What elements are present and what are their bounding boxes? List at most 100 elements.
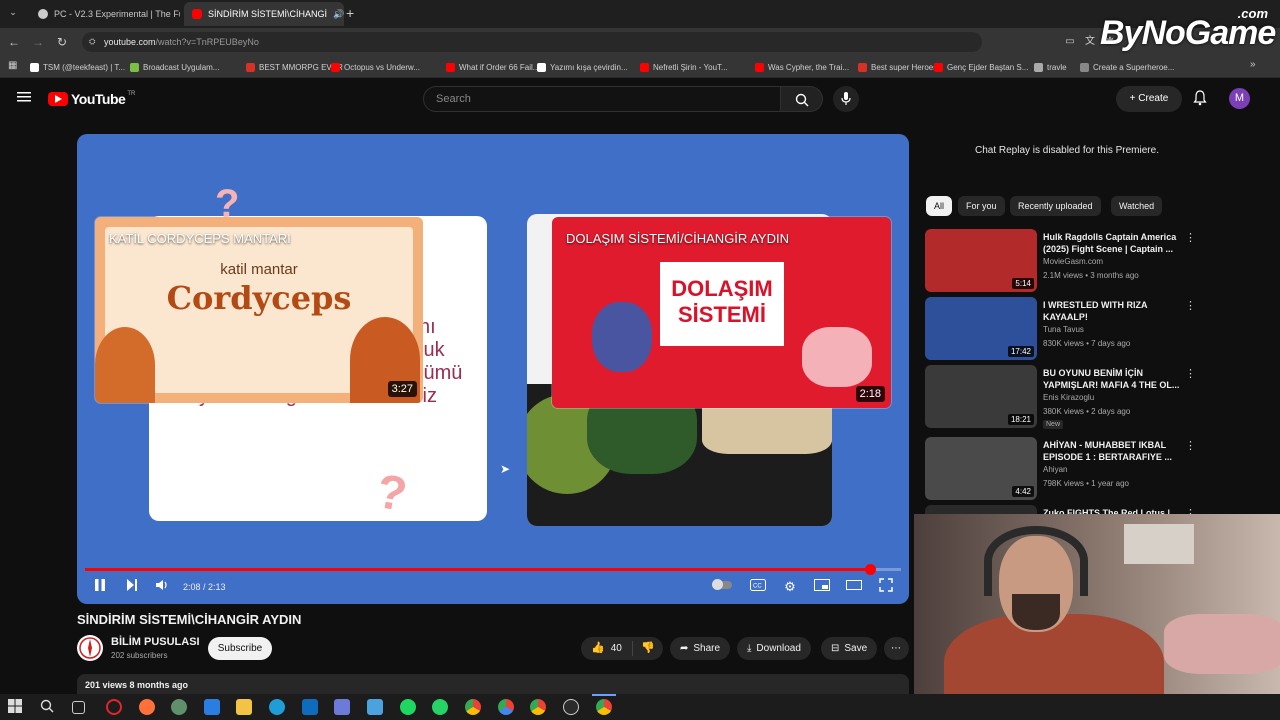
url-field[interactable]: ⛭ youtube.com/watch?v=TnRPEUBeyNo: [82, 32, 982, 52]
bookmark-item[interactable]: What if Order 66 Fail...: [446, 60, 539, 74]
channel-name[interactable]: Enis Kirazoglu: [1043, 393, 1094, 402]
bookmark-item[interactable]: Best super Heroes: [858, 60, 937, 74]
app-icon[interactable]: [171, 699, 187, 715]
chip-for-you[interactable]: For you: [958, 196, 1005, 216]
app-icon-3[interactable]: [367, 699, 383, 715]
more-options-icon[interactable]: ⋮: [1185, 439, 1196, 452]
opera-icon[interactable]: [106, 699, 122, 715]
new-tab-icon[interactable]: +: [346, 5, 354, 21]
video-thumbnail[interactable]: 4:42: [925, 437, 1037, 500]
more-options-icon[interactable]: ⋮: [1185, 299, 1196, 312]
bookmark-item[interactable]: Nefretli Şirin - YouT...: [640, 60, 728, 74]
tab-youtube-video[interactable]: SİNDİRİM SİSTEMİ\CİHANGİ 🔊 ×: [184, 2, 344, 26]
video-thumbnail[interactable]: 17:42: [925, 297, 1037, 360]
scrubber-handle[interactable]: [865, 564, 877, 575]
search-input[interactable]: Search: [423, 86, 781, 112]
volume-icon[interactable]: [153, 578, 171, 596]
apps-grid-icon[interactable]: ▦: [8, 60, 17, 71]
channel-name[interactable]: MovieGasm.com: [1043, 257, 1103, 266]
back-icon[interactable]: ←: [6, 34, 22, 50]
obs-icon[interactable]: [563, 699, 579, 715]
dislike-button[interactable]: 👎: [633, 637, 655, 660]
video-player[interactable]: nı luk lümü yakından görmek isterdiniz ?…: [77, 134, 909, 604]
search-button[interactable]: [781, 86, 823, 112]
create-button[interactable]: + Create: [1116, 86, 1182, 112]
bookmark-item[interactable]: Broadcast Uygulam...: [130, 60, 219, 74]
youtube-logo[interactable]: YouTube TR: [48, 91, 135, 107]
bookmark-item[interactable]: TSM (@teekfeast) | T...: [30, 60, 125, 74]
tab-search-icon[interactable]: ⌄: [6, 7, 20, 21]
tab-experimental[interactable]: PC - V2.3 Experimental | The Fu ×: [30, 2, 180, 26]
more-actions-button[interactable]: ⋯: [884, 637, 909, 660]
theater-mode-icon[interactable]: [845, 578, 863, 596]
outlook-icon[interactable]: [302, 699, 318, 715]
file-explorer-icon[interactable]: [236, 699, 252, 715]
video-title[interactable]: BU OYUNU BENİM İÇİN YAPMIŞLAR! MAFIA 4 T…: [1043, 367, 1183, 391]
channel-avatar[interactable]: [77, 635, 103, 661]
edge-icon[interactable]: [269, 699, 285, 715]
channel-name[interactable]: BİLİM PUSULASI: [111, 636, 200, 648]
hamburger-menu-icon[interactable]: [17, 90, 31, 104]
bookmark-item[interactable]: BEST MMORPG EVER: [246, 60, 343, 74]
voice-search-button[interactable]: [833, 86, 859, 112]
recommended-video[interactable]: 18:21 BU OYUNU BENİM İÇİN YAPMIŞLAR! MAFI…: [925, 365, 1265, 429]
forward-icon[interactable]: →: [30, 34, 46, 50]
notifications-bell-icon[interactable]: [1193, 90, 1207, 106]
task-view-icon[interactable]: [72, 701, 85, 714]
firefox-icon[interactable]: [139, 699, 155, 715]
chip-all[interactable]: All: [926, 196, 953, 216]
channel-name[interactable]: Ahiyan: [1043, 465, 1067, 474]
chrome-profile-icon[interactable]: [498, 699, 514, 715]
windows-start-icon[interactable]: [8, 699, 24, 715]
whatsapp-icon[interactable]: [432, 699, 448, 715]
spotify-icon[interactable]: [400, 699, 416, 715]
video-thumbnail[interactable]: 5:14: [925, 229, 1037, 292]
speaker-icon[interactable]: 🔊: [327, 9, 344, 20]
download-button[interactable]: ⤓ Download: [737, 637, 811, 660]
recommended-video[interactable]: 17:42 I WRESTLED WITH RIZA KAYAALP! Tuna T…: [925, 297, 1265, 361]
account-avatar[interactable]: M: [1229, 88, 1250, 109]
chip-recently-uploaded[interactable]: Recently uploaded: [1010, 196, 1101, 216]
more-bookmarks-icon[interactable]: »: [1250, 59, 1256, 70]
fullscreen-icon[interactable]: [877, 578, 895, 596]
bookmark-item[interactable]: travle: [1034, 60, 1067, 74]
subscribe-button[interactable]: Subscribe: [208, 637, 272, 660]
channel-name[interactable]: Tuna Tavus: [1043, 325, 1084, 334]
chrome-icon[interactable]: [465, 699, 481, 715]
autoplay-toggle[interactable]: [711, 578, 733, 596]
save-button[interactable]: ⊟ Save: [821, 637, 878, 660]
app-icon-2[interactable]: [334, 699, 350, 715]
share-button[interactable]: ➦ Share: [670, 637, 731, 660]
chrome-profile-2-icon[interactable]: [530, 699, 546, 715]
taskbar-search-icon[interactable]: [40, 699, 56, 715]
video-title[interactable]: I WRESTLED WITH RIZA KAYAALP!: [1043, 299, 1183, 323]
endscreen-video-cordyceps[interactable]: katil mantar Cordyceps KATİL CORDYCEPS M…: [95, 217, 423, 403]
cast-icon[interactable]: ▭: [1062, 34, 1078, 50]
settings-gear-icon[interactable]: ⚙: [781, 578, 799, 596]
reload-icon[interactable]: ↻: [54, 34, 70, 50]
chip-watched[interactable]: Watched: [1111, 196, 1163, 216]
endscreen-video-dolasim[interactable]: DOLAŞIM SİSTEMİ DOLAŞIM SİSTEMİ/CİHANGİR…: [552, 217, 891, 408]
description-box[interactable]: 201 views 8 months ago: [77, 674, 909, 696]
like-button[interactable]: 👍 40: [581, 641, 633, 656]
next-video-icon[interactable]: [123, 578, 141, 596]
bookmark-item[interactable]: Octopus vs Underw...: [331, 60, 420, 74]
recommended-video[interactable]: 4:42 AHİYAN - MUHABBET IKBAL EPISODE 1 : …: [925, 437, 1265, 501]
captions-icon[interactable]: CC: [749, 578, 767, 596]
translate-icon[interactable]: 文: [1082, 34, 1098, 50]
recommended-video[interactable]: 5:14 Hulk Ragdolls Captain America (2025)…: [925, 229, 1265, 293]
store-icon[interactable]: [204, 699, 220, 715]
chrome-active-icon[interactable]: [596, 699, 612, 715]
bookmark-item[interactable]: Create a Superheroe...: [1080, 60, 1174, 74]
video-thumbnail[interactable]: 18:21: [925, 365, 1037, 428]
progress-bar[interactable]: [85, 564, 901, 575]
more-options-icon[interactable]: ⋮: [1185, 231, 1196, 244]
bookmark-item[interactable]: Yazımı kışa çevirdin...: [537, 60, 628, 74]
bookmark-item[interactable]: Was Cypher, the Trai...: [755, 60, 849, 74]
bookmark-item[interactable]: Genç Ejder Baştan S...: [934, 60, 1028, 74]
video-title[interactable]: AHİYAN - MUHABBET IKBAL EPISODE 1 : BERT…: [1043, 439, 1183, 463]
video-title[interactable]: Hulk Ragdolls Captain America (2025) Fig…: [1043, 231, 1183, 255]
site-info-icon[interactable]: ⛭: [89, 32, 95, 52]
pause-icon[interactable]: [91, 578, 109, 596]
more-options-icon[interactable]: ⋮: [1185, 367, 1196, 380]
